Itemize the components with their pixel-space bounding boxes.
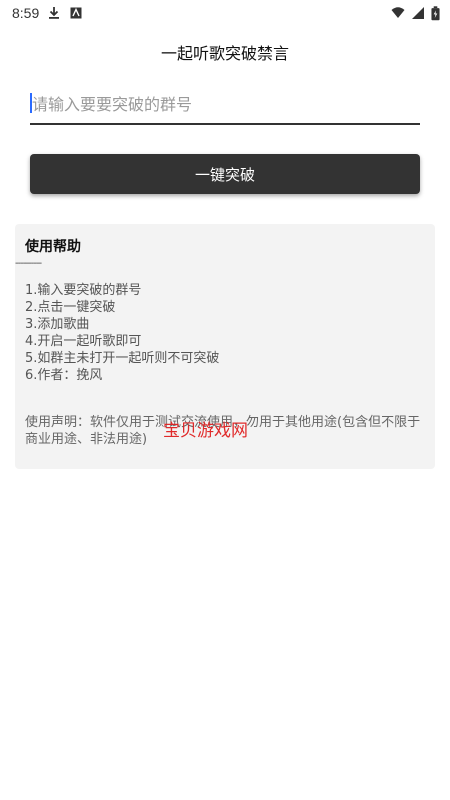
group-number-input[interactable]	[30, 85, 420, 123]
battery-icon	[431, 5, 440, 20]
help-steps-list: 1.输入要突破的群号 2.点击一键突破 3.添加歌曲 4.开启一起听歌即可 5.…	[25, 282, 219, 384]
status-time: 8:59	[12, 5, 40, 21]
status-bar-left: 8:59	[0, 5, 83, 21]
help-step: 3.添加歌曲	[25, 317, 90, 332]
status-bar: 8:59	[0, 0, 450, 26]
help-step: 6.作者：挽风	[25, 368, 103, 383]
page-title: 一起听歌突破禁言	[160, 44, 289, 63]
notification-a-icon	[70, 7, 82, 19]
group-number-field[interactable]	[30, 85, 420, 125]
help-divider: ----------	[15, 258, 42, 269]
help-step: 2.点击一键突破	[25, 300, 116, 315]
help-title: 使用帮助	[25, 239, 81, 255]
signal-icon	[412, 7, 424, 19]
one-key-breach-button[interactable]: 一键突破	[30, 154, 420, 194]
help-step: 1.输入要突破的群号	[25, 283, 142, 298]
help-step: 4.开启一起听歌即可	[25, 334, 142, 349]
watermark-text: 宝贝游戏网	[163, 421, 248, 441]
wifi-icon	[391, 7, 405, 18]
text-caret	[30, 93, 32, 113]
help-step: 5.如群主未打开一起听则不可突破	[25, 351, 220, 366]
help-card: 使用帮助 ---------- 1.输入要突破的群号 2.点击一键突破 3.添加…	[15, 224, 435, 469]
download-icon	[49, 7, 60, 19]
status-bar-right	[391, 5, 450, 21]
